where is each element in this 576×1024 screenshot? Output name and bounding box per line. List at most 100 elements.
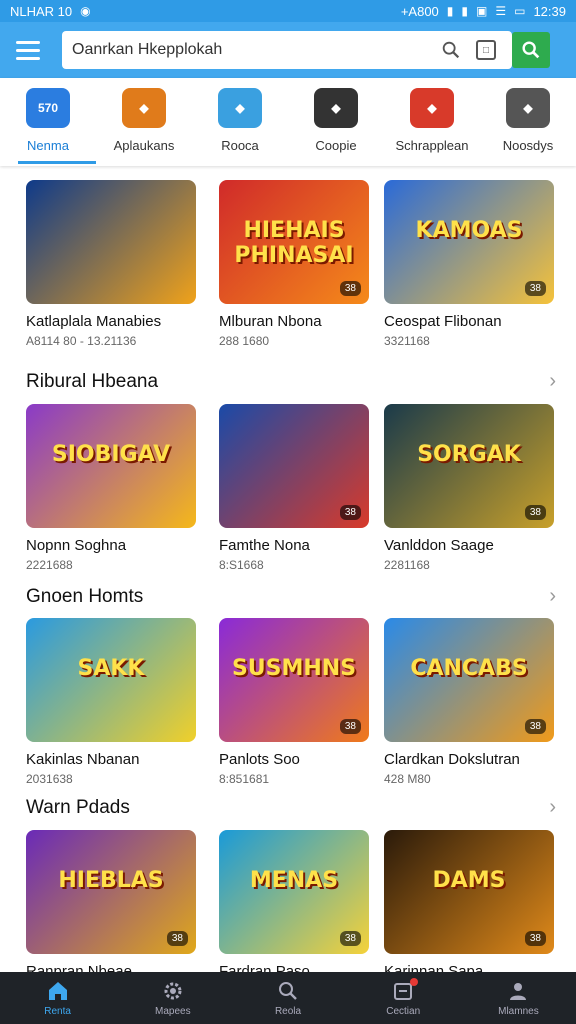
game-thumbnail[interactable]: DAMS 38 <box>384 830 554 954</box>
rating-badge: 38 <box>339 719 361 734</box>
thumbnail-title: SUSMHNS <box>231 656 357 681</box>
game-thumbnail[interactable]: SIOBIGAV <box>26 404 196 528</box>
game-card[interactable]: SIOBIGAV Nopnn Soghna 2221688 <box>26 404 196 572</box>
game-card[interactable]: SUSMHNS 38 Panlots Soo 8:851681 <box>219 618 369 786</box>
search-button-icon <box>522 41 540 59</box>
sim-icon: ▣ <box>476 4 488 18</box>
bottom-navigation: Renta Mapees Reola Cectian Mlamnes <box>0 972 576 1024</box>
game-card[interactable]: HIEBLAS 38 Ranpran Nbeae <box>26 830 196 972</box>
game-thumbnail[interactable] <box>26 180 196 304</box>
game-name: Nopnn Soghna <box>26 537 127 554</box>
thumbnail-title: SORGAK <box>417 442 521 467</box>
game-thumbnail[interactable]: HIEBLAS 38 <box>26 830 196 954</box>
thumbnail-title: HIEHAIS PHINASAI <box>234 218 354 268</box>
game-name: Mlburan Nbona <box>219 313 322 330</box>
category-tab-6[interactable]: ◆ Noosdys <box>480 78 576 166</box>
section-title: Gnoen Homts <box>26 585 144 607</box>
category-tab-3[interactable]: ◆ Rooca <box>192 78 288 166</box>
arcade-icon: ◆ <box>122 88 166 128</box>
section-header[interactable]: Gnoen Homts › <box>26 585 556 608</box>
category-label: Noosdys <box>502 138 554 153</box>
game-thumbnail[interactable]: KAMOAS 38 <box>384 180 554 304</box>
thumbnail-title: KAMOAS <box>415 218 523 243</box>
category-label: Rooca <box>221 138 259 153</box>
game-name: Panlots Soo <box>219 751 300 768</box>
game-thumbnail[interactable]: 38 <box>219 404 369 528</box>
game-thumbnail[interactable]: MENAS 38 <box>219 830 369 954</box>
thumbnail-title: HIEBLAS <box>58 868 164 893</box>
game-row: SAKK Kakinlas Nbanan 2031638 SUSMHNS 38 Panlo… <box>0 618 576 798</box>
category-label: Nenma <box>27 138 69 153</box>
signal-icon-2: ▮ <box>461 4 468 18</box>
game-thumbnail[interactable]: SORGAK 38 <box>384 404 554 528</box>
search-input[interactable] <box>70 40 440 60</box>
search-button[interactable] <box>512 32 550 68</box>
signal-icon: ▮ <box>446 4 454 18</box>
nav-item-1[interactable]: Renta <box>0 972 115 1024</box>
category-tab-4[interactable]: ◆ Coopie <box>288 78 384 166</box>
game-name: Ceospat Flibonan <box>384 313 502 330</box>
game-card[interactable]: MENAS 38 Fardran Paso <box>219 830 369 972</box>
status-bar: NLHAR 10 ◉ +A800 ▮ ▮ ▣ ☰ ▭ 12:39 <box>0 0 576 22</box>
game-name: Katlaplala Manabies <box>26 313 162 330</box>
wifi-icon: ☰ <box>495 4 507 18</box>
thumbnail-title: DAMS <box>432 868 506 893</box>
game-card[interactable]: Katlaplala Manabies A8114 80 - 13.21136 <box>26 180 196 348</box>
chevron-right-icon[interactable]: › <box>549 370 556 393</box>
category-label: Schrapplean <box>395 138 469 153</box>
section-header[interactable]: Ribural Hbeana › <box>26 370 556 393</box>
badge-icon: ◆ <box>410 88 454 128</box>
thumbnail-title: SIOBIGAV <box>51 442 171 467</box>
shield-icon: ◆ <box>506 88 550 128</box>
profile-icon <box>510 983 527 1000</box>
game-card[interactable]: DAMS 38 Karinnan Sapa <box>384 830 554 972</box>
home-icon <box>48 982 67 1000</box>
game-name: Vanlddon Saage <box>384 537 494 554</box>
game-card[interactable]: KAMOAS 38 Ceospat Flibonan 3321168 <box>384 180 554 348</box>
robot-icon: ◆ <box>218 88 262 128</box>
nav-item-5[interactable]: Mlamnes <box>461 972 576 1024</box>
game-card[interactable]: 38 Famthe Nona 8:S1668 <box>219 404 369 572</box>
category-tab-1[interactable]: 570 Nenma <box>0 78 96 166</box>
category-label: Aplaukans <box>113 138 175 153</box>
nav-label: Mlamnes <box>498 1006 539 1017</box>
game-name: Fardran Paso <box>219 963 310 972</box>
category-tab-2[interactable]: ◆ Aplaukans <box>96 78 192 166</box>
content-feed: Katlaplala Manabies A8114 80 - 13.21136 HI… <box>0 166 576 972</box>
game-thumbnail[interactable]: SUSMHNS 38 <box>219 618 369 742</box>
search-bar: □ <box>62 31 512 69</box>
rating-badge: 38 <box>339 505 361 520</box>
game-meta: 8:S1668 <box>219 558 264 572</box>
chevron-right-icon[interactable]: › <box>549 796 556 819</box>
nav-label: Mapees <box>155 1006 191 1017</box>
category-icon: 570 <box>26 88 70 128</box>
chevron-right-icon[interactable]: › <box>549 585 556 608</box>
search-icon <box>279 982 297 1000</box>
game-meta: 288 1680 <box>219 334 270 348</box>
category-tab-5[interactable]: ◆ Schrapplean <box>384 78 480 166</box>
game-thumbnail[interactable]: HIEHAIS PHINASAI 38 <box>219 180 369 304</box>
nav-label: Reola <box>274 1006 302 1017</box>
game-name: Karinnan Sapa <box>384 963 484 972</box>
game-card[interactable]: SORGAK 38 Vanlddon Saage 2281168 <box>384 404 554 572</box>
category-label: Coopie <box>315 138 357 153</box>
messenger-icon: ◉ <box>80 4 91 18</box>
scan-icon[interactable]: □ <box>476 40 496 60</box>
game-thumbnail[interactable]: SAKK <box>26 618 196 742</box>
menu-icon[interactable] <box>10 32 46 68</box>
nav-item-2[interactable]: Mapees <box>115 972 230 1024</box>
clipboard-icon: ◆ <box>314 88 358 128</box>
search-icon[interactable] <box>440 39 462 61</box>
nav-item-3[interactable]: Reola <box>230 972 345 1024</box>
rating-badge: 38 <box>339 281 361 296</box>
thumbnail-title: MENAS <box>249 868 339 893</box>
clock-text: 12:39 <box>533 3 566 19</box>
game-thumbnail[interactable]: CANCABS 38 <box>384 618 554 742</box>
nav-item-4[interactable]: Cectian <box>346 972 461 1024</box>
game-card[interactable]: HIEHAIS PHINASAI 38 Mlburan Nbona 288 1680 <box>219 180 369 348</box>
section-header[interactable]: Warn Pdads › <box>26 796 556 819</box>
game-card[interactable]: CANCABS 38 Clardkan Dokslutran 428 M80 <box>384 618 554 786</box>
game-name: Ranpran Nbeae <box>26 963 132 972</box>
game-card[interactable]: SAKK Kakinlas Nbanan 2031638 <box>26 618 196 786</box>
game-meta: 3321168 <box>384 334 430 348</box>
